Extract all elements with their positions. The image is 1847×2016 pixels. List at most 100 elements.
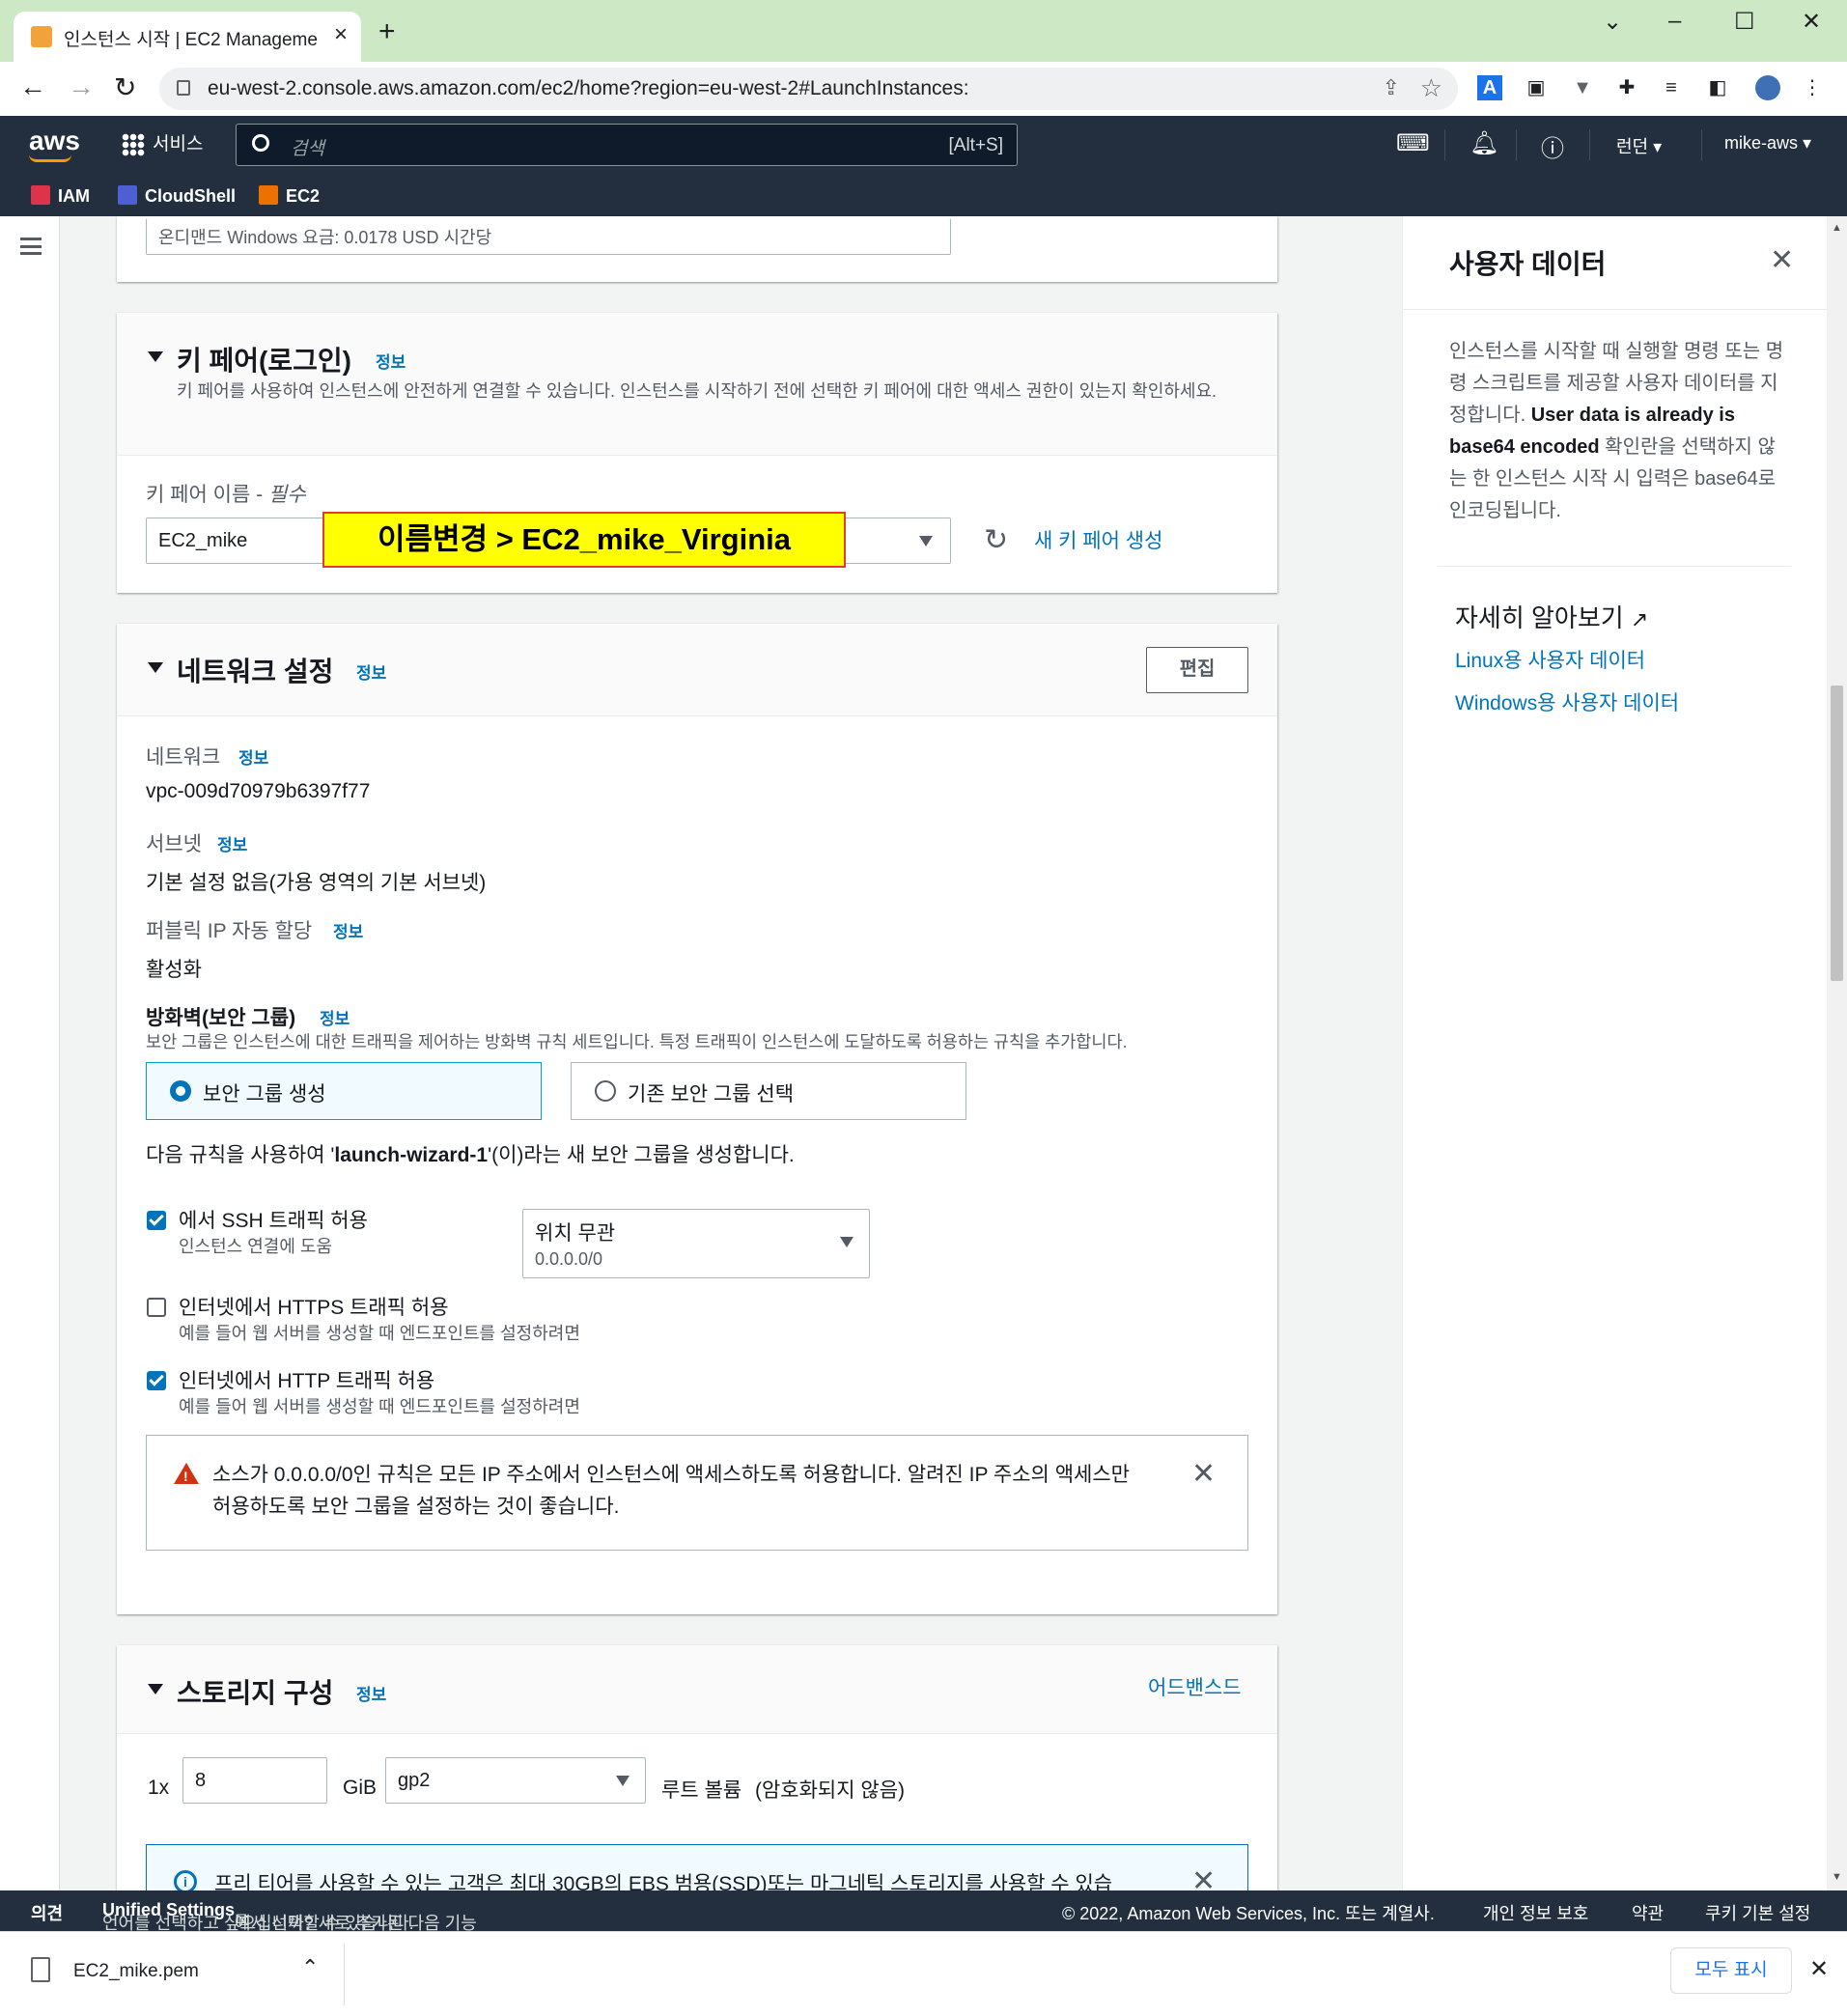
existing-security-group-option[interactable]: 기존 보안 그룹 선택 — [571, 1062, 966, 1120]
back-icon[interactable]: ← — [19, 71, 46, 102]
info-link[interactable]: 정보 — [217, 831, 247, 855]
scroll-up-arrow-icon[interactable]: ▲ — [1832, 222, 1842, 234]
cloudshell-terminal-icon[interactable]: ⌨ — [1396, 129, 1430, 157]
ssh-checkbox[interactable] — [147, 1211, 166, 1230]
show-all-button[interactable]: 모두 표시 — [1670, 1947, 1792, 1994]
volume-type-select[interactable]: gp2 — [385, 1757, 646, 1804]
info-link[interactable]: 정보 — [356, 659, 386, 684]
region-selector[interactable]: 런던 ▾ — [1616, 133, 1662, 158]
cookie-preferences-link[interactable]: 쿠키 기본 설정 — [1705, 1900, 1810, 1925]
close-download-shelf-icon[interactable]: ✕ — [1809, 1955, 1829, 1983]
dismiss-close-icon[interactable]: ✕ — [1191, 1864, 1216, 1890]
language-notice: 언어를 선택하고 싶으십니까? 새로 추가된 다음 기능 Unified Sett… — [102, 1900, 477, 1933]
bookmark-star-icon[interactable]: ☆ — [1420, 73, 1442, 103]
ssh-help: 인스턴스 연결에 도움 — [179, 1237, 333, 1256]
reload-icon[interactable]: ↻ — [114, 71, 136, 103]
account-menu[interactable]: mike-aws ▾ — [1724, 133, 1811, 154]
linux-user-data-link[interactable]: Linux용 사용자 데이터 — [1455, 645, 1645, 674]
tab-search-chevron-icon[interactable]: ⌄ — [1603, 8, 1622, 36]
browser-tab[interactable]: 인스턴스 시작 | EC2 Manageme × — [14, 12, 361, 62]
divider — [1516, 129, 1517, 160]
page-scrollbar[interactable]: ▲ ▼ — [1827, 216, 1847, 1890]
search-input[interactable]: 검색 [Alt+S] — [236, 124, 1018, 166]
favorite-label: EC2 — [286, 186, 321, 206]
refresh-icon[interactable]: ↻ — [984, 523, 1008, 557]
scrollbar-thumb[interactable] — [1831, 686, 1843, 981]
firewall-label: 방화벽(보안 그룹) — [146, 1007, 296, 1029]
create-security-group-option[interactable]: 보안 그룹 생성 — [146, 1062, 542, 1120]
volume-size-input[interactable]: 8 — [182, 1757, 327, 1804]
volume-unit: GiB — [343, 1777, 378, 1799]
chrome-menu-icon[interactable]: ⋮ — [1800, 75, 1825, 100]
collapse-caret-icon[interactable] — [148, 351, 163, 362]
forward-icon[interactable]: → — [68, 71, 95, 102]
advanced-link[interactable]: 어드밴스드 — [1148, 1672, 1242, 1701]
media-control-icon[interactable]: ≡ — [1659, 75, 1684, 100]
feedback-link[interactable]: 의견 — [31, 1900, 63, 1925]
dismiss-close-icon[interactable]: ✕ — [1191, 1457, 1216, 1491]
favorite-cloudshell[interactable]: CloudShell — [118, 185, 236, 207]
share-icon[interactable]: ⇪ — [1383, 75, 1400, 100]
help-panel-close-icon[interactable]: ✕ — [1770, 243, 1794, 277]
download-item[interactable]: EC2_mike.pem — [73, 1961, 199, 1982]
radio-selected — [170, 1080, 191, 1102]
dropdown-caret-icon — [919, 536, 933, 546]
info-link[interactable]: 정보 — [356, 1681, 386, 1705]
privacy-link[interactable]: 개인 정보 보호 — [1483, 1900, 1588, 1925]
new-tab-icon[interactable]: + — [378, 15, 396, 48]
help-icon[interactable]: ⓘ — [1541, 129, 1564, 163]
cast-extension-icon[interactable]: ▣ — [1524, 75, 1549, 100]
maximize-icon[interactable]: ☐ — [1734, 8, 1755, 36]
side-panel-icon[interactable]: ◧ — [1705, 75, 1730, 100]
collapse-caret-icon[interactable] — [148, 662, 163, 673]
http-checkbox[interactable] — [147, 1371, 166, 1390]
download-shelf: EC2_mike.pem ⌃ 모두 표시 ✕ — [0, 1931, 1847, 2016]
services-label: 서비스 — [153, 134, 204, 154]
profile-avatar[interactable] — [1755, 75, 1780, 100]
collapse-caret-icon[interactable] — [148, 1684, 163, 1694]
option-label: 보안 그룹 생성 — [203, 1083, 326, 1106]
favorite-ec2[interactable]: EC2 — [259, 185, 320, 207]
help-panel-title: 사용자 데이터 — [1449, 249, 1607, 279]
instance-type-card: 온디맨드 Windows 요금: 0.0178 USD 시간당 — [117, 216, 1277, 282]
info-circle-icon: i — [174, 1870, 197, 1890]
info-link[interactable]: 정보 — [238, 744, 268, 769]
divider — [1403, 309, 1828, 310]
https-checkbox[interactable] — [147, 1298, 166, 1317]
iam-icon — [31, 185, 50, 205]
help-panel: 사용자 데이터 ✕ 인스턴스를 시작할 때 실행할 명령 또는 명령 스크립트를… — [1402, 216, 1828, 1890]
terms-link[interactable]: 약관 — [1632, 1900, 1664, 1925]
free-tier-info-alert: i 프리 티어를 사용할 수 있는 고객은 최대 30GB의 EBS 범용(SS… — [146, 1844, 1248, 1890]
notifications-bell-icon[interactable]: 🔔︎ — [1469, 129, 1498, 157]
network-header: 네트워크 설정 정보 편집 — [117, 624, 1277, 716]
ssh-source-select[interactable]: 위치 무관 0.0.0.0/0 — [522, 1209, 870, 1278]
root-volume-label: 루트 볼륨 (암호화되지 않음) — [661, 1775, 905, 1804]
translate-extension-icon[interactable]: A — [1477, 75, 1502, 100]
favorite-iam[interactable]: IAM — [31, 185, 90, 207]
info-link[interactable]: 정보 — [376, 349, 406, 373]
extensions-puzzle-icon[interactable]: ✚ — [1614, 75, 1639, 100]
aws-logo[interactable]: aws — [29, 126, 80, 162]
tab-close-icon[interactable]: × — [334, 21, 348, 48]
services-menu-button[interactable]: 서비스 — [122, 129, 203, 156]
info-link[interactable]: 정보 — [333, 918, 363, 942]
storage-header: 스토리지 구성 정보 어드밴스드 — [117, 1645, 1277, 1734]
option-label: 기존 보안 그룹 선택 — [628, 1083, 795, 1106]
window-close-icon[interactable]: ✕ — [1802, 8, 1821, 36]
create-key-pair-link[interactable]: 새 키 페어 생성 — [1034, 525, 1162, 554]
section-title: 키 페어(로그인) — [177, 346, 351, 376]
scroll-down-arrow-icon[interactable]: ▼ — [1832, 1871, 1842, 1883]
menu-hamburger-icon[interactable] — [20, 238, 42, 255]
minimize-icon[interactable]: – — [1668, 8, 1681, 35]
vpn-extension-icon[interactable]: ▼ — [1570, 75, 1595, 100]
address-bar[interactable]: eu-west-2.console.aws.amazon.com/ec2/hom… — [159, 68, 1458, 110]
http-label: 인터넷에서 HTTP 트래픽 허용 — [179, 1370, 435, 1392]
section-title: 네트워크 설정 — [177, 657, 334, 686]
windows-user-data-link[interactable]: Windows용 사용자 데이터 — [1455, 687, 1679, 716]
info-link[interactable]: 정보 — [320, 1005, 350, 1029]
edit-button[interactable]: 편집 — [1146, 647, 1248, 693]
download-options-chevron-icon[interactable]: ⌃ — [301, 1955, 319, 1980]
side-navigation-rail — [0, 216, 60, 1890]
lock-icon — [177, 80, 190, 96]
dropdown-caret-icon — [840, 1237, 854, 1247]
